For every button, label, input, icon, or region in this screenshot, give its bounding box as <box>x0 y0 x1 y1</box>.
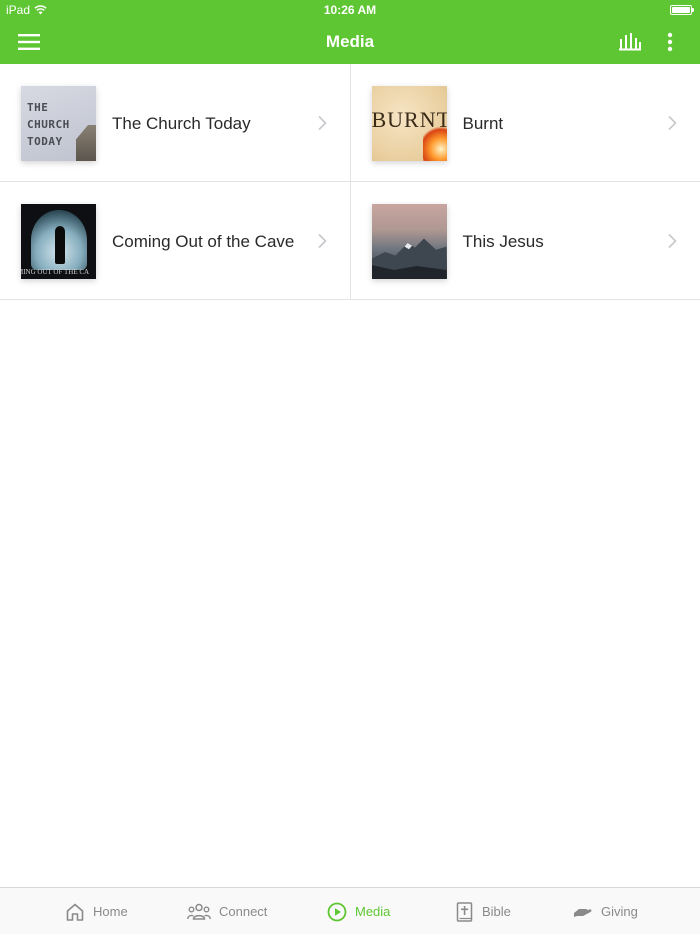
thumb-line: THE <box>27 101 49 114</box>
status-bar: iPad 10:26 AM <box>0 0 700 20</box>
chevron-right-icon <box>668 233 677 249</box>
thumbnail-title: MING OUT OF THE CA <box>21 268 90 276</box>
giving-hand-icon <box>574 908 592 917</box>
bar-chart-icon <box>619 33 641 51</box>
media-item-label: This Jesus <box>462 232 544 251</box>
play-circle-icon <box>327 902 347 921</box>
media-item-this-jesus[interactable]: This Jesus <box>351 182 700 300</box>
media-item-label: The Church Today <box>112 114 251 133</box>
chevron-right-icon <box>668 115 677 131</box>
top-bar: iPad 10:26 AM Media <box>0 0 700 64</box>
thumb-line: TODAY <box>27 135 63 148</box>
thumb-line: CHURCH <box>27 118 70 131</box>
media-row: THE CHURCH TODAY The Church Today BURNT … <box>0 64 700 182</box>
tab-label: Giving <box>601 904 638 919</box>
media-thumbnail: MING OUT OF THE CA <box>21 204 96 279</box>
more-options-button[interactable] <box>660 30 680 54</box>
stats-button[interactable] <box>617 30 643 54</box>
battery-icon <box>670 5 694 15</box>
tab-label: Media <box>355 904 391 919</box>
people-icon <box>187 903 211 920</box>
building-graphic <box>76 125 96 161</box>
media-item-label: Coming Out of the Cave <box>112 232 295 251</box>
media-item-burnt[interactable]: BURNT Burnt <box>351 64 700 182</box>
tab-giving[interactable]: Giving <box>573 888 638 934</box>
media-thumbnail: THE CHURCH TODAY <box>21 86 96 161</box>
app-bar: Media <box>0 20 700 64</box>
media-grid: THE CHURCH TODAY The Church Today BURNT … <box>0 64 700 300</box>
tab-label: Home <box>93 904 128 919</box>
media-row: MING OUT OF THE CA Coming Out of the Cav… <box>0 182 700 300</box>
media-item-the-church-today[interactable]: THE CHURCH TODAY The Church Today <box>0 64 351 182</box>
chevron-right-icon <box>317 233 327 249</box>
bible-icon <box>456 901 473 922</box>
home-icon <box>66 903 84 921</box>
page-title: Media <box>325 32 375 51</box>
media-thumbnail <box>371 204 447 279</box>
vertical-ellipsis-icon <box>667 32 673 52</box>
tab-label: Connect <box>219 904 268 919</box>
silhouette-graphic <box>55 226 65 264</box>
tab-bible[interactable]: Bible <box>456 888 511 934</box>
media-item-label: Burnt <box>462 114 504 133</box>
thumbnail-title: THE CHURCH TODAY <box>27 99 70 150</box>
tab-media[interactable]: Media <box>327 888 390 934</box>
bottom-tab-bar: Home Connect Media Bible Giving <box>0 887 700 934</box>
app: iPad 10:26 AM Media THE CHURCH TODAY The… <box>0 0 700 934</box>
tab-home[interactable]: Home <box>65 888 128 934</box>
tab-connect[interactable]: Connect <box>187 888 267 934</box>
chevron-right-icon <box>317 115 327 131</box>
status-time: 10:26 AM <box>323 3 377 17</box>
fire-graphic <box>422 125 447 161</box>
media-item-coming-out-of-the-cave[interactable]: MING OUT OF THE CA Coming Out of the Cav… <box>0 182 351 300</box>
media-thumbnail: BURNT <box>371 86 447 161</box>
tab-label: Bible <box>482 904 511 919</box>
